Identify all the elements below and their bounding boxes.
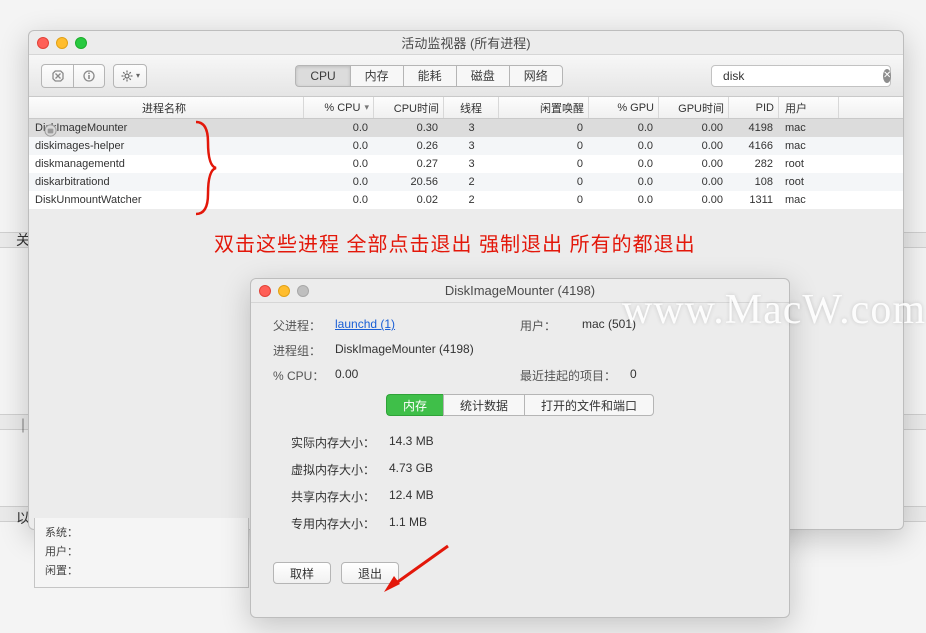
toolbar: ▾ CPU 内存 能耗 磁盘 网络 ✕ xyxy=(29,55,903,97)
process-name: DiskUnmountWatcher xyxy=(29,194,304,206)
zoom-window[interactable] xyxy=(75,37,87,49)
tab-memory[interactable]: 内存 xyxy=(350,65,403,87)
table-row[interactable]: DiskUnmountWatcher0.00.02200.00.001311ma… xyxy=(29,191,903,209)
table-row[interactable]: diskmanagementd0.00.27300.00.00282root xyxy=(29,155,903,173)
col-user[interactable]: 用户 xyxy=(779,97,839,118)
memory-row: 实际内存大小：14.3 MB xyxy=(275,434,767,451)
tab-cpu[interactable]: CPU xyxy=(295,65,349,87)
table-row[interactable]: diskarbitrationd0.020.56200.00.00108root xyxy=(29,173,903,191)
cpu-label: % CPU： xyxy=(273,367,335,384)
stop-process-button[interactable] xyxy=(41,64,73,88)
col-cpu[interactable]: % CPU▾ xyxy=(304,97,374,118)
summary-system: 系统： xyxy=(45,524,238,540)
col-gputime[interactable]: GPU时间 xyxy=(659,97,729,118)
inspect-process-button[interactable] xyxy=(73,64,105,88)
table-row[interactable]: DiskImageMounter0.00.30300.00.004198mac xyxy=(29,119,903,137)
summary-user: 用户： xyxy=(45,543,238,559)
group-value: DiskImageMounter (4198) xyxy=(335,342,474,359)
minimize-window[interactable] xyxy=(56,37,68,49)
memory-row: 专用内存大小：1.1 MB xyxy=(275,515,767,532)
hang-value: 0 xyxy=(630,367,637,384)
gear-menu[interactable]: ▾ xyxy=(113,64,147,88)
annotation-text: 双击这些进程 全部点击退出 强制退出 所有的都退出 xyxy=(214,228,696,257)
category-tabs: CPU 内存 能耗 磁盘 网络 xyxy=(295,65,562,87)
close-window[interactable] xyxy=(37,37,49,49)
chevron-down-icon: ▾ xyxy=(364,102,369,113)
watermark-text: www.MacW.com xyxy=(622,286,926,334)
col-gpu[interactable]: % GPU xyxy=(589,97,659,118)
detail-tabs: 内存 统计数据 打开的文件和端口 xyxy=(273,394,767,416)
cpu-summary-panel: 系统： 用户： 闲置： xyxy=(34,518,249,588)
sample-button[interactable]: 取样 xyxy=(273,562,331,584)
process-name: diskimages-helper xyxy=(29,140,304,152)
tab-energy[interactable]: 能耗 xyxy=(403,65,456,87)
hang-label: 最近挂起的项目： xyxy=(520,367,630,384)
zoom-window-disabled xyxy=(297,285,309,297)
table-header: 进程名称 % CPU▾ CPU时间 线程 闲置唤醒 % GPU GPU时间 PI… xyxy=(29,97,903,119)
parent-label: 父进程： xyxy=(273,317,335,334)
process-name: diskarbitrationd xyxy=(29,176,304,188)
window-title: 活动监视器 (所有进程) xyxy=(29,33,903,52)
memory-row: 共享内存大小：12.4 MB xyxy=(275,488,767,505)
tab-memory[interactable]: 内存 xyxy=(386,394,443,416)
process-table: DiskImageMounter0.00.30300.00.004198macd… xyxy=(29,119,903,209)
table-row[interactable]: diskimages-helper0.00.26300.00.004166mac xyxy=(29,137,903,155)
col-threads[interactable]: 线程 xyxy=(444,97,499,118)
user-label: 用户： xyxy=(520,317,582,334)
col-cputime[interactable]: CPU时间 xyxy=(374,97,444,118)
tab-disk[interactable]: 磁盘 xyxy=(456,65,509,87)
col-name[interactable]: 进程名称 xyxy=(29,97,304,118)
group-label: 进程组： xyxy=(273,342,335,359)
close-window[interactable] xyxy=(259,285,271,297)
search-input[interactable] xyxy=(723,69,878,83)
chevron-down-icon: ▾ xyxy=(136,71,140,80)
process-name: DiskImageMounter xyxy=(29,122,304,134)
titlebar: 活动监视器 (所有进程) xyxy=(29,31,903,55)
minimize-window[interactable] xyxy=(278,285,290,297)
summary-idle: 闲置： xyxy=(45,562,238,578)
search-field[interactable]: ✕ xyxy=(711,65,891,87)
col-pid[interactable]: PID xyxy=(729,97,779,118)
clear-search-icon[interactable]: ✕ xyxy=(883,69,891,83)
tab-open-files[interactable]: 打开的文件和端口 xyxy=(524,394,654,416)
process-name: diskmanagementd xyxy=(29,158,304,170)
quit-button[interactable]: 退出 xyxy=(341,562,399,584)
cpu-value: 0.00 xyxy=(335,367,358,384)
tab-network[interactable]: 网络 xyxy=(509,65,563,87)
memory-row: 虚拟内存大小：4.73 GB xyxy=(275,461,767,478)
tab-stats[interactable]: 统计数据 xyxy=(443,394,524,416)
col-wake[interactable]: 闲置唤醒 xyxy=(499,97,589,118)
memory-rows: 实际内存大小：14.3 MB 虚拟内存大小：4.73 GB 共享内存大小：12.4 … xyxy=(275,434,767,532)
parent-process-link[interactable]: launchd (1) xyxy=(335,317,395,334)
